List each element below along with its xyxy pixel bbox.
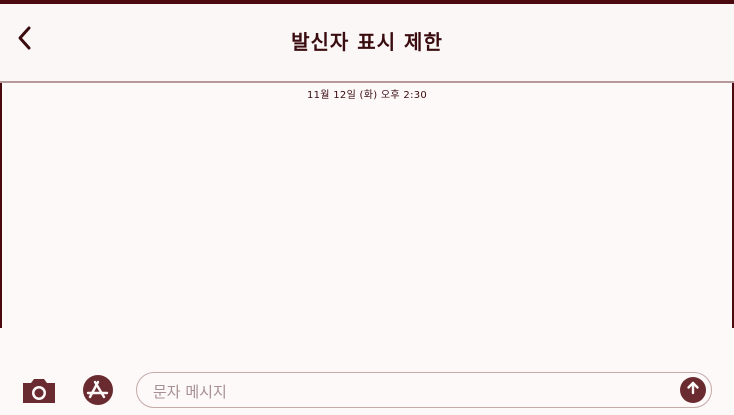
app-store-button[interactable] [78, 374, 118, 406]
message-thread[interactable] [0, 83, 734, 328]
arrow-up-icon [685, 380, 701, 400]
camera-button[interactable] [20, 374, 58, 406]
conversation-title: 발신자 표시 제한 [291, 30, 443, 54]
message-timestamp: 11월 12일 (화) 오후 2:30 [306, 90, 428, 101]
camera-icon [20, 379, 58, 410]
message-thread-bottom [0, 328, 734, 363]
left-frame-edge [0, 83, 2, 328]
messages-screen: 발신자 표시 제한 11월 12일 (화) 오후 2:30 문자 메시지 [0, 0, 734, 415]
send-button[interactable] [680, 377, 706, 403]
message-input[interactable]: 문자 메시지 [136, 372, 712, 408]
app-store-icon [78, 375, 118, 410]
message-placeholder: 문자 메시지 [153, 383, 227, 401]
